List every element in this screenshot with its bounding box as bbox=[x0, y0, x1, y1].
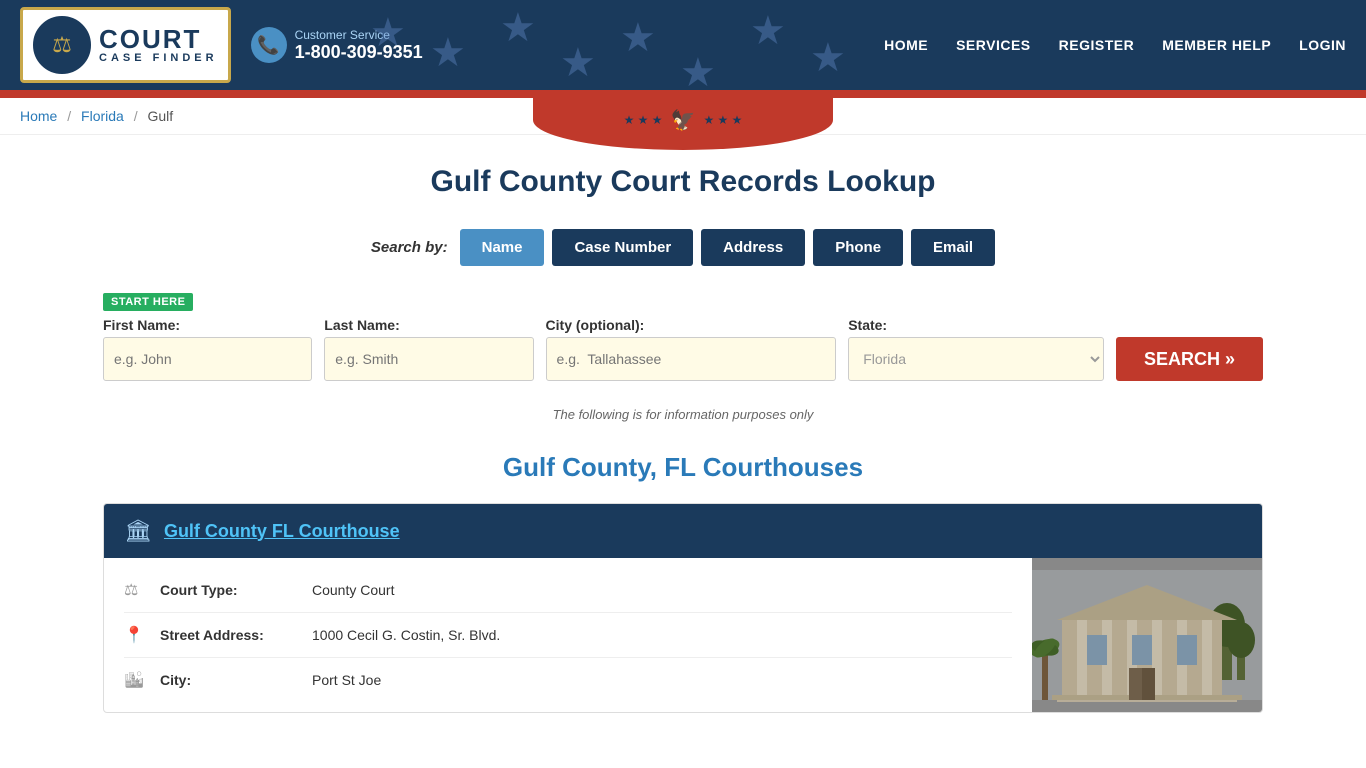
court-type-value: County Court bbox=[312, 582, 394, 598]
courthouse-header: 🏛 Gulf County FL Courthouse bbox=[104, 504, 1262, 558]
state-select[interactable]: Florida Alabama Georgia bbox=[848, 337, 1104, 381]
star-icon: ★ bbox=[560, 40, 596, 86]
last-name-group: Last Name: bbox=[324, 317, 533, 381]
address-icon: 📍 bbox=[124, 625, 148, 645]
first-name-label: First Name: bbox=[103, 317, 312, 333]
breadcrumb-home[interactable]: Home bbox=[20, 108, 57, 124]
detail-row-city: 🏙 City: Port St Joe bbox=[124, 658, 1012, 702]
main-content: Gulf County Court Records Lookup Search … bbox=[83, 135, 1283, 743]
city-input[interactable] bbox=[546, 337, 837, 381]
tab-email[interactable]: Email bbox=[911, 229, 995, 266]
breadcrumb-sep-2: / bbox=[134, 108, 138, 124]
logo-case-finder-text: CASE FINDER bbox=[99, 52, 218, 64]
logo-emblem: ⚖ bbox=[33, 16, 91, 74]
courthouse-name-link[interactable]: Gulf County FL Courthouse bbox=[164, 521, 400, 542]
courthouse-card: 🏛 Gulf County FL Courthouse ⚖ Court Type… bbox=[103, 503, 1263, 713]
detail-row-address: 📍 Street Address: 1000 Cecil G. Costin, … bbox=[124, 613, 1012, 658]
star-icon: ★ bbox=[680, 50, 716, 90]
ribbon-stars-right: ★ ★ ★ bbox=[703, 113, 742, 127]
city-detail-label: City: bbox=[160, 672, 300, 688]
header-left: ⚖ COURT CASE FINDER 📞 Customer Service 1… bbox=[20, 7, 423, 83]
breadcrumb-sep-1: / bbox=[67, 108, 71, 124]
info-note: The following is for information purpose… bbox=[103, 407, 1263, 422]
site-header: ★ ★ ★ ★ ★ ★ ★ ★ ⚖ COURT CASE FINDER 📞 Cu… bbox=[0, 0, 1366, 90]
state-label: State: bbox=[848, 317, 1104, 333]
city-group: City (optional): bbox=[546, 317, 837, 381]
tab-case-number[interactable]: Case Number bbox=[552, 229, 693, 266]
customer-service-text: Customer Service 1-800-309-9351 bbox=[295, 28, 423, 63]
detail-row-court-type: ⚖ Court Type: County Court bbox=[124, 568, 1012, 613]
search-by-label: Search by: bbox=[371, 239, 448, 256]
first-name-input[interactable] bbox=[103, 337, 312, 381]
nav-member-help[interactable]: MEMBER HELP bbox=[1162, 37, 1271, 53]
last-name-label: Last Name: bbox=[324, 317, 533, 333]
address-value: 1000 Cecil G. Costin, Sr. Blvd. bbox=[312, 627, 500, 643]
phone-icon: 📞 bbox=[251, 27, 287, 63]
star-icon: ★ bbox=[500, 5, 536, 51]
last-name-input[interactable] bbox=[324, 337, 533, 381]
nav-services[interactable]: SERVICES bbox=[956, 37, 1031, 53]
tab-phone[interactable]: Phone bbox=[813, 229, 903, 266]
eagle-icon: 🦅 bbox=[671, 108, 696, 133]
cs-label: Customer Service bbox=[295, 28, 423, 42]
breadcrumb-current: Gulf bbox=[148, 108, 174, 124]
logo-text: COURT CASE FINDER bbox=[99, 26, 218, 64]
breadcrumb-florida[interactable]: Florida bbox=[81, 108, 124, 124]
courthouse-image bbox=[1032, 558, 1262, 712]
form-row: First Name: Last Name: City (optional): … bbox=[103, 317, 1263, 381]
ribbon-stars-left: ★ ★ ★ bbox=[624, 113, 663, 127]
star-icon: ★ bbox=[620, 15, 656, 61]
state-group: State: Florida Alabama Georgia bbox=[848, 317, 1104, 381]
nav-home[interactable]: HOME bbox=[884, 37, 928, 53]
city-icon: 🏙 bbox=[124, 670, 148, 690]
courthouse-details: ⚖ Court Type: County Court 📍 Street Addr… bbox=[104, 558, 1032, 712]
ribbon-curve: ★ ★ ★ 🦅 ★ ★ ★ bbox=[533, 90, 833, 150]
first-name-group: First Name: bbox=[103, 317, 312, 381]
city-label: City (optional): bbox=[546, 317, 837, 333]
courthouses-title: Gulf County, FL Courthouses bbox=[103, 452, 1263, 483]
city-detail-value: Port St Joe bbox=[312, 672, 381, 688]
court-type-label: Court Type: bbox=[160, 582, 300, 598]
ribbon-bar: ★ ★ ★ 🦅 ★ ★ ★ bbox=[0, 90, 1366, 98]
tab-name[interactable]: Name bbox=[460, 229, 545, 266]
search-button[interactable]: SEARCH » bbox=[1116, 337, 1263, 381]
start-here-badge: START HERE bbox=[103, 293, 193, 311]
nav-register[interactable]: REGISTER bbox=[1059, 37, 1135, 53]
courthouse-building-icon: 🏛 bbox=[124, 518, 152, 544]
customer-service: 📞 Customer Service 1-800-309-9351 bbox=[251, 27, 423, 63]
page-title: Gulf County Court Records Lookup bbox=[103, 165, 1263, 199]
search-by-row: Search by: Name Case Number Address Phon… bbox=[103, 229, 1263, 266]
courthouse-body: ⚖ Court Type: County Court 📍 Street Addr… bbox=[104, 558, 1262, 712]
tab-address[interactable]: Address bbox=[701, 229, 805, 266]
court-type-icon: ⚖ bbox=[124, 580, 148, 600]
nav-login[interactable]: LOGIN bbox=[1299, 37, 1346, 53]
logo-court-text: COURT bbox=[99, 26, 201, 52]
search-form: START HERE First Name: Last Name: City (… bbox=[103, 282, 1263, 391]
cs-phone: 1-800-309-9351 bbox=[295, 42, 423, 63]
main-nav: HOME SERVICES REGISTER MEMBER HELP LOGIN bbox=[884, 37, 1346, 53]
address-label: Street Address: bbox=[160, 627, 300, 643]
star-icon: ★ bbox=[750, 8, 786, 54]
star-icon: ★ bbox=[810, 35, 846, 81]
star-icon: ★ bbox=[430, 30, 466, 76]
site-logo[interactable]: ⚖ COURT CASE FINDER bbox=[20, 7, 231, 83]
